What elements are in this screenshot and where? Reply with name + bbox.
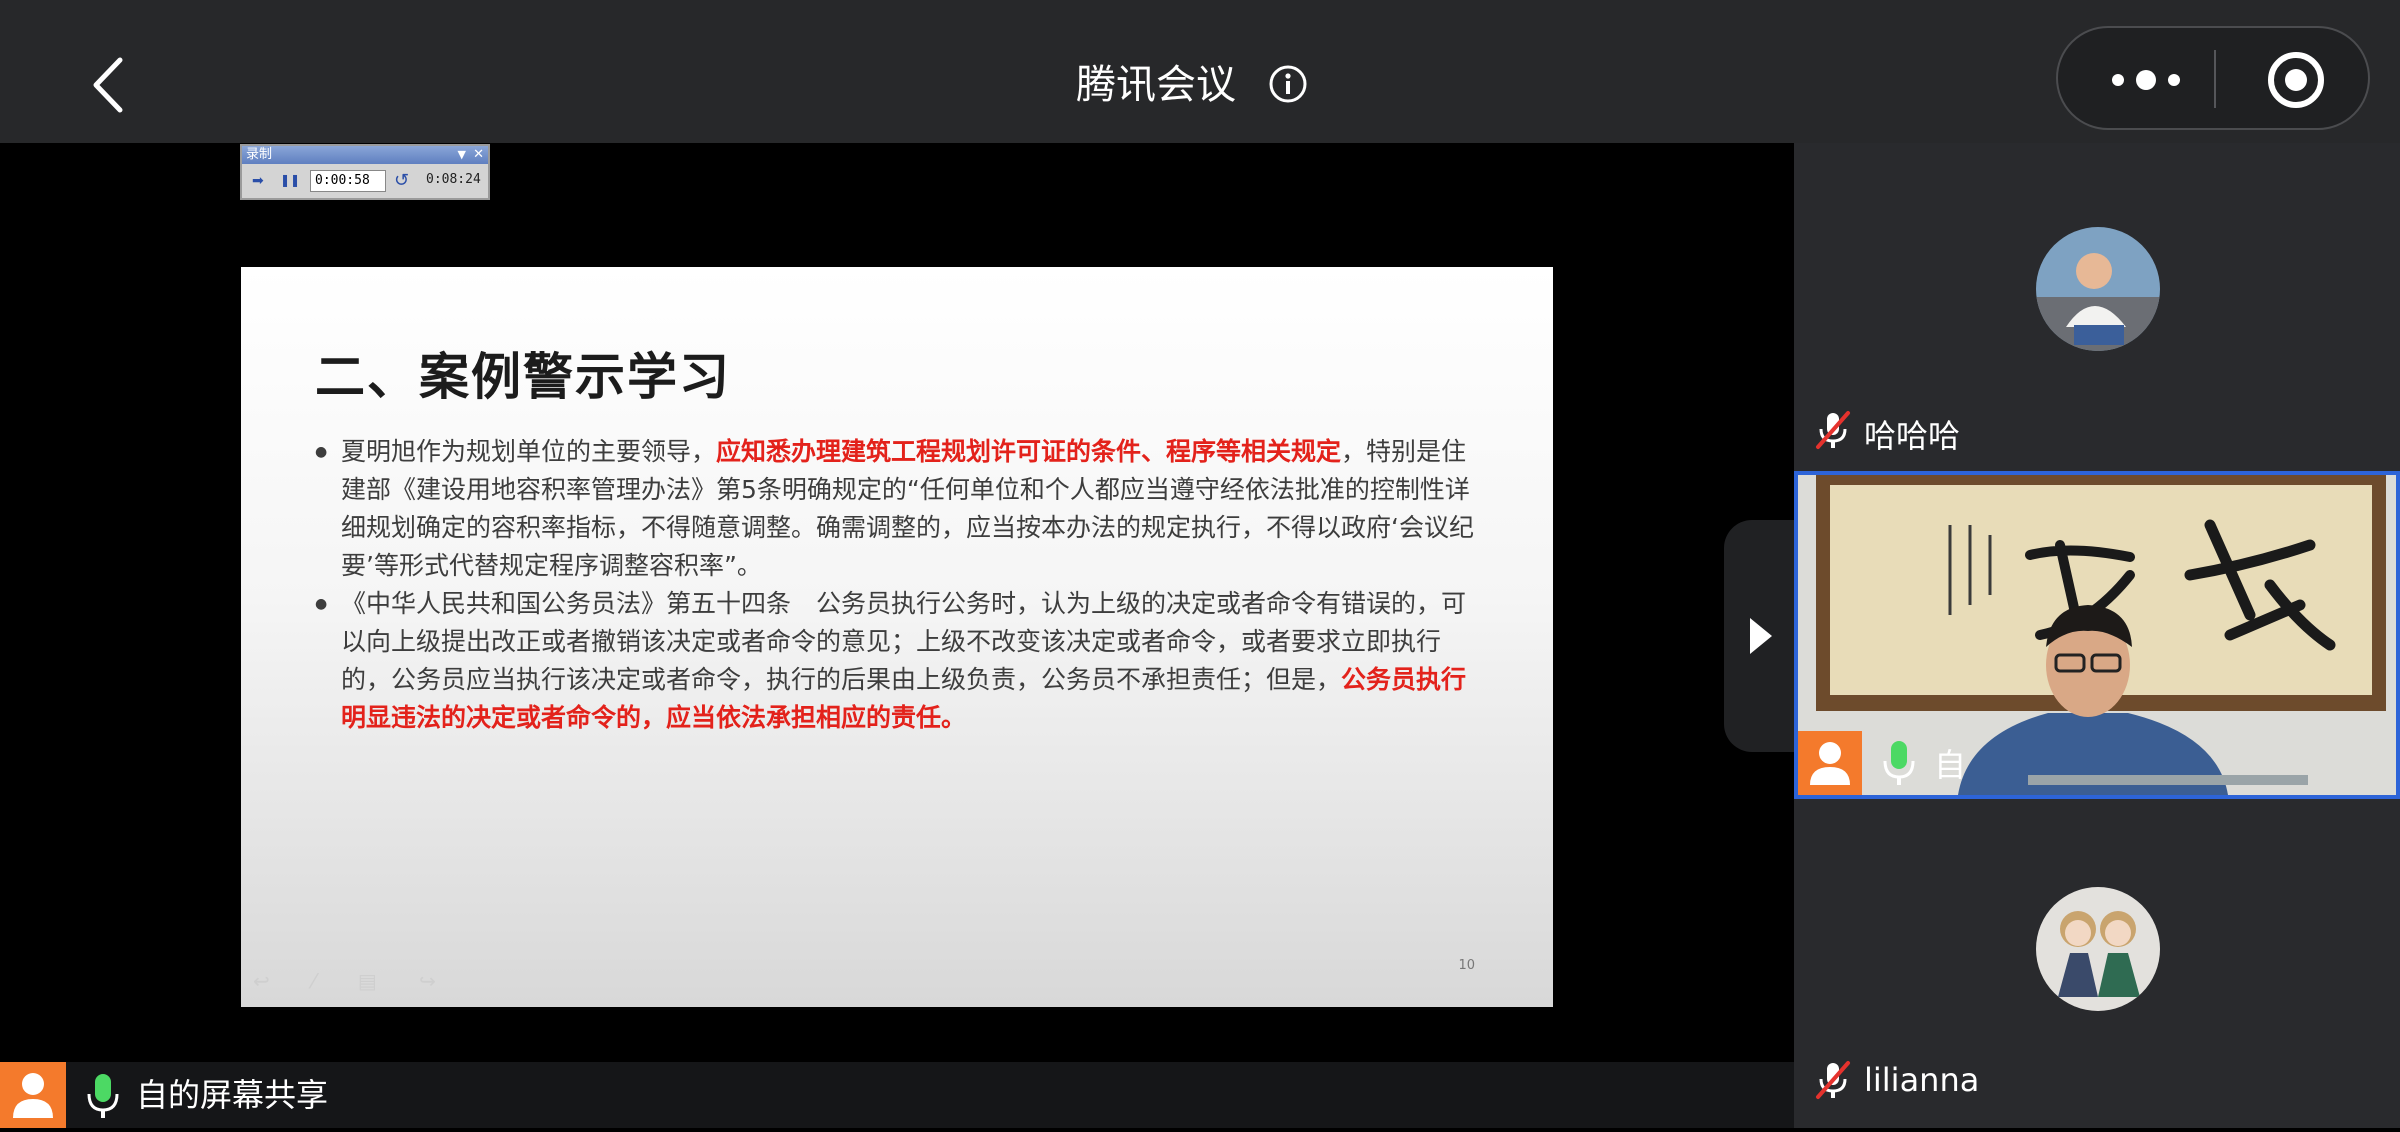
avatar-photo: [2036, 227, 2160, 351]
participant-name: 哈哈哈: [1864, 417, 1961, 455]
bullet-highlight: 应知悉办理建筑工程规划许可证的条件、程序等相关规定: [716, 437, 1342, 466]
slide-title: 二、案例警示学习: [315, 348, 731, 406]
bottom-status-bar: 自的屏幕共享: [0, 1062, 1794, 1128]
presentation-slide: 二、案例警示学习 夏明旭作为规划单位的主要领导，应知悉办理建筑工程规划许可证的条…: [241, 267, 1553, 1007]
info-icon[interactable]: [1268, 64, 1308, 104]
capsule-divider: [2214, 50, 2216, 108]
slide-nav-icons: ↩ ⁄ ▤ ↪: [253, 969, 454, 993]
screen-share-area: 录制 ▼ ✕ ➡ ❚❚ 0:00:58 ↺ 0:08:24 二、案例警示学习 夏…: [0, 143, 1794, 1063]
recording-current-time: 0:00:58: [310, 170, 386, 192]
app-title: 腾讯会议: [1076, 62, 1236, 108]
presenter-figure: [1958, 605, 2228, 795]
record-pause-icon[interactable]: ❚❚: [280, 173, 300, 187]
recording-total-time: 0:08:24: [426, 172, 481, 187]
self-badge: 自: [1798, 731, 1966, 795]
participant-tile[interactable]: 哈哈哈: [1794, 143, 2400, 466]
mic-muted-icon: [1816, 411, 1850, 449]
capsule-menu: [2056, 26, 2370, 130]
mic-active-icon: [1883, 741, 1915, 785]
mic-active-icon: [87, 1074, 119, 1118]
participant-name: 自: [1934, 746, 1967, 784]
top-bar: 腾讯会议: [0, 0, 2400, 143]
recording-toolbar-title: 录制 ▼ ✕: [242, 146, 488, 164]
rerecord-icon[interactable]: ↺: [394, 170, 409, 191]
collapse-sidebar-button[interactable]: [1724, 520, 1794, 752]
participant-tile[interactable]: lilianna: [1794, 803, 2400, 1128]
slide-body: 夏明旭作为规划单位的主要领导，应知悉办理建筑工程规划许可证的条件、程序等相关规定…: [315, 433, 1485, 737]
default-avatar-icon: [0, 1062, 66, 1128]
participants-sidebar: 哈哈哈 自 lilianna: [1794, 143, 2400, 1128]
close-miniprogram-icon[interactable]: [2266, 50, 2326, 110]
avatar: [2036, 887, 2160, 1011]
close-icon[interactable]: ✕: [473, 146, 484, 164]
chevron-left-icon[interactable]: [80, 50, 140, 120]
slide-page-number: 10: [1458, 958, 1475, 973]
default-avatar-icon: [1798, 731, 1862, 795]
bullet-text: 《中华人民共和国公务员法》第五十四条 公务员执行公务时，认为上级的决定或者命令有…: [341, 589, 1467, 694]
caret-down-icon[interactable]: ▼: [458, 146, 466, 164]
person-icon: [13, 1073, 53, 1118]
mic-muted-icon: [1816, 1061, 1850, 1099]
more-dots-icon[interactable]: [2104, 56, 2188, 104]
slide-bullet: 夏明旭作为规划单位的主要领导，应知悉办理建筑工程规划许可证的条件、程序等相关规定…: [315, 433, 1485, 585]
person-icon: [1810, 742, 1850, 785]
play-arrow-icon: [1750, 618, 1772, 654]
participant-tile-active[interactable]: 自: [1794, 471, 2400, 799]
avatar: [2036, 227, 2160, 351]
bullet-text: 夏明旭作为规划单位的主要领导，: [341, 437, 717, 466]
record-play-icon[interactable]: ➡: [252, 173, 264, 189]
slide-bullet: 《中华人民共和国公务员法》第五十四条 公务员执行公务时，认为上级的决定或者命令有…: [315, 585, 1485, 737]
recording-controls: ➡ ❚❚ 0:00:58 ↺ 0:08:24: [242, 164, 488, 198]
screen-share-label: 自的屏幕共享: [136, 1076, 329, 1114]
desk-edge: [2028, 775, 2308, 785]
participant-name: lilianna: [1864, 1061, 1980, 1099]
recording-title-label: 录制: [246, 147, 273, 162]
avatar-photo: [2036, 887, 2160, 1011]
recording-toolbar[interactable]: 录制 ▼ ✕ ➡ ❚❚ 0:00:58 ↺ 0:08:24: [240, 144, 490, 200]
